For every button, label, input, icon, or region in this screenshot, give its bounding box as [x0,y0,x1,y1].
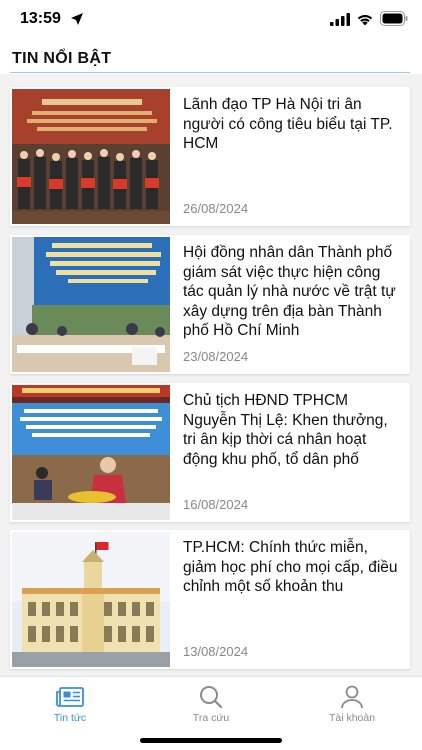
page-title: TIN NỔI BẬT [12,50,112,67]
battery-icon [380,11,408,26]
location-arrow-icon [71,13,83,25]
news-date: 13/08/2024 [183,644,249,659]
home-indicator [140,738,282,743]
news-date: 23/08/2024 [183,349,249,364]
page-header: TIN NỔI BẬT [0,40,422,74]
tab-news[interactable]: Tin tức [0,677,140,737]
wifi-icon [357,15,373,26]
status-time: 13:59 [20,10,61,27]
tab-search[interactable]: Tra cứu [141,677,281,737]
status-bar: 13:59 [0,0,422,40]
tab-account[interactable]: Tài khoản [282,677,422,737]
news-date: 26/08/2024 [183,201,249,216]
news-title: Chủ tịch HĐND TPHCM Nguyễn Thị Lệ: Khen … [183,392,388,468]
news-date: 16/08/2024 [183,497,249,512]
news-title: Lãnh đạo TP Hà Nội tri ân người có công … [183,96,393,152]
cellular-signal-icon [330,13,350,26]
tab-label: Tra cứu [192,712,230,724]
tab-label: Tài khoản [328,712,376,724]
news-title: TP.HCM: Chính thức miễn, giảm học phí ch… [183,539,398,595]
news-title: Hội đồng nhân dân Thành phố giám sát việ… [183,244,396,339]
news-card[interactable]: TP.HCM: Chính thức miễn, giảm học phí ch… [10,530,410,669]
news-card[interactable]: Chủ tịch HĐND TPHCM Nguyễn Thị Lệ: Khen … [10,383,410,522]
news-thumbnail [12,532,170,667]
tab-label: Tin tức [53,712,87,724]
news-thumbnail [12,385,170,520]
user-icon [341,685,363,709]
news-thumbnail [12,89,170,224]
news-thumbnail [12,237,170,372]
news-card[interactable]: Lãnh đạo TP Hà Nội tri ân người có công … [10,87,410,226]
news-card[interactable]: Hội đồng nhân dân Thành phố giám sát việ… [10,235,410,374]
header-divider [10,72,410,73]
search-icon [200,686,223,709]
newspaper-icon [56,687,84,707]
